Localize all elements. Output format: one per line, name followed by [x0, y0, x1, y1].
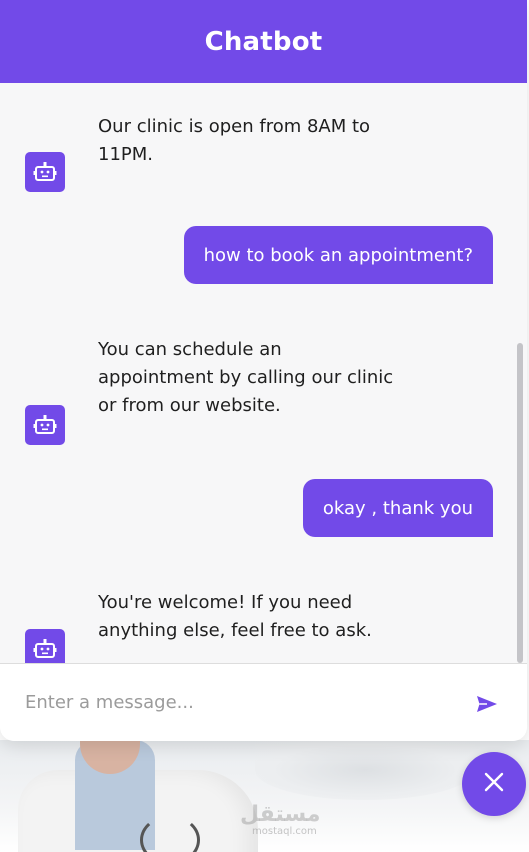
message-input[interactable] [25, 686, 445, 718]
chat-header: Chatbot [0, 0, 527, 83]
chat-scrollbar[interactable] [517, 343, 523, 663]
chat-title: Chatbot [204, 26, 323, 57]
message-bubble: okay , thank you [302, 479, 493, 537]
robot-icon [25, 152, 65, 192]
chatbot-toggle-button[interactable] [462, 752, 526, 816]
chat-messages[interactable]: Our clinic is open from 8AM to 11PM. how… [0, 83, 527, 663]
robot-icon [25, 629, 65, 663]
close-icon [483, 771, 505, 797]
chat-message-outgoing: how to book an appointment? [0, 226, 493, 284]
background-photo: مستقل mostaql.com [0, 740, 529, 852]
chat-message-incoming: You can schedule an appointment by calli… [0, 313, 527, 453]
message-text: You can schedule an appointment by calli… [98, 339, 394, 416]
watermark-url: mostaql.com [252, 826, 317, 837]
chatbot-window: Chatbot Our clinic is open from 8AM to 1… [0, 0, 527, 741]
watermark-logo: مستقل [240, 802, 321, 827]
chat-input-area [0, 663, 527, 741]
robot-icon [25, 405, 65, 445]
message-bubble: how to book an appointment? [183, 226, 493, 284]
chat-message-incoming: You're welcome! If you need anything els… [0, 568, 527, 663]
message-text: Our clinic is open from 8AM to 11PM. [98, 116, 371, 165]
message-text: You're welcome! If you need anything els… [98, 592, 372, 641]
chat-message-outgoing: okay , thank you [0, 479, 493, 537]
chat-message-incoming: Our clinic is open from 8AM to 11PM. [0, 83, 527, 203]
send-icon[interactable] [475, 692, 499, 716]
